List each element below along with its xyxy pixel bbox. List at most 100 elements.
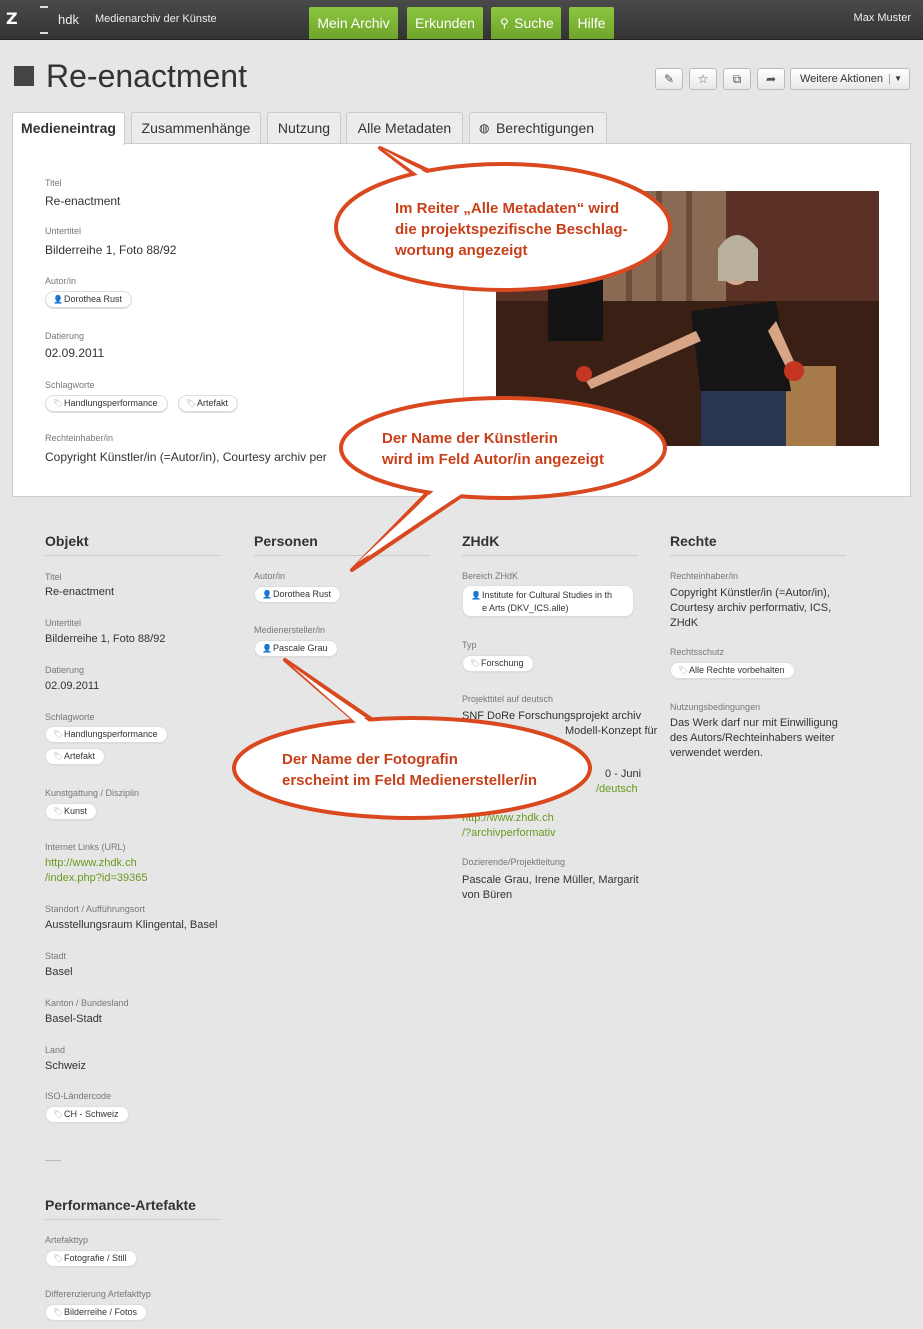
collection-icon: ⧉ — [732, 72, 742, 86]
keyword-tag-label: Handlungsperformance — [64, 398, 158, 408]
star-icon: ☆ — [697, 72, 709, 86]
rechteinhaber-value: Copyright Künstler/in (=Autor/in), Courte… — [670, 586, 831, 631]
autor-tag-label: Dorothea Rust — [64, 294, 123, 304]
rechteinhaber-line-2: Courtesy archiv performativ, ICS, — [670, 602, 832, 614]
globe-icon: ◍ — [479, 121, 490, 135]
typ-tag-label: Forschung — [481, 658, 524, 668]
internet-link[interactable]: http://www.zhdk.ch/index.php?id=39365 — [45, 856, 147, 886]
internet-link-line-1: http://www.zhdk.ch — [45, 857, 137, 869]
person-icon: 👤 — [262, 590, 272, 599]
nutzung-line-1: Das Werk darf nur mit Einwilligung — [670, 717, 838, 729]
share-button[interactable]: ➦ — [757, 68, 785, 90]
land-label: Land — [45, 1045, 66, 1055]
kanton-value: Basel-Stadt — [45, 1013, 102, 1025]
tab-berechtigungen-label: Berechtigungen — [495, 120, 595, 136]
nutzungsbedingungen-label: Nutzungsbedingungen — [670, 702, 761, 712]
tab-alle-metadaten[interactable]: Alle Metadaten — [346, 112, 463, 143]
projekttitel-line-2: Modell-Konzept für — [565, 725, 658, 737]
projekt-link-line-1: http://www.zhdk.ch — [462, 812, 554, 824]
rechteinhaber-label: Rechteinhaber/in — [670, 571, 739, 581]
typ-tag[interactable]: 🏷 Forschung — [462, 655, 534, 672]
artefakttyp-label: Artefakttyp — [45, 1235, 89, 1245]
keyword-tag[interactable]: 🏷 Handlungsperformance — [45, 726, 168, 743]
callout-line: erscheint im Feld Medienersteller/in — [282, 772, 538, 789]
callout-autor: Der Name der Künstlerin wird im Feld Aut… — [382, 428, 604, 470]
medienersteller-tag[interactable]: 👤 Pascale Grau — [254, 640, 338, 657]
more-actions-button[interactable]: Weitere Aktionen | ▼ — [790, 68, 910, 90]
iso-label: ISO-Ländercode — [45, 1091, 112, 1101]
edit-button[interactable]: ✎ — [655, 68, 683, 90]
titel-label: Titel — [45, 178, 62, 188]
callout-line: die projektspezifische Beschlag- — [395, 221, 628, 238]
logo[interactable]: Z — [6, 9, 18, 28]
personen-autor-label: Autor/in — [254, 571, 286, 581]
bereich-line-2: e Arts (DKV_ICS.alle) — [482, 603, 569, 613]
nav-suche[interactable]: ⚲ Suche — [491, 7, 561, 39]
tag-icon: 🏷 — [186, 399, 197, 408]
nav-erkunden[interactable]: Erkunden — [407, 7, 483, 39]
rechte-heading: Rechte — [670, 533, 846, 556]
tab-zusammenhaenge[interactable]: Zusammenhänge — [131, 112, 261, 143]
callout-bubble-medienersteller — [232, 658, 592, 820]
autor-tag[interactable]: 👤 Dorothea Rust — [254, 586, 342, 603]
bereich-line-1: Institute for Cultural Studies in th — [482, 590, 613, 600]
rechte-value: Copyright Künstler/in (=Autor/in), Court… — [45, 450, 327, 464]
tag-icon: 🏷 — [53, 399, 64, 408]
kunstgattung-tag[interactable]: 🏷 Kunst — [45, 803, 98, 820]
bereich-tag[interactable]: 👤 Institute for Cultural Studies in th e… — [462, 585, 634, 617]
medienersteller-tag-label: Pascale Grau — [273, 643, 328, 653]
tab-medieneintrag[interactable]: Medieneintrag — [12, 112, 125, 145]
favorite-button[interactable]: ☆ — [689, 68, 717, 90]
tag-icon: 🏷 — [53, 1254, 64, 1263]
hdk-label[interactable]: hdk — [58, 12, 79, 27]
tag-icon: 🏷 — [53, 1308, 64, 1317]
artefakttyp-tag[interactable]: 🏷 Fotografie / Still — [45, 1250, 137, 1267]
keyword-tag-label: Artefakt — [64, 751, 96, 761]
nutzung-line-2: des Autors/Rechteinhabers weiter — [670, 732, 835, 744]
nav-hilfe[interactable]: Hilfe — [569, 7, 614, 39]
differenzierung-tag[interactable]: 🏷 Bilderreihe / Fotos — [45, 1304, 148, 1321]
land-value: Schweiz — [45, 1060, 86, 1072]
tag-icon: 🏷 — [53, 1110, 64, 1119]
projekttitel-link-fragment[interactable]: /deutsch — [596, 782, 638, 797]
nav-mein-archiv[interactable]: Mein Archiv — [309, 7, 398, 39]
keyword-tag[interactable]: 🏷 Artefakt — [178, 395, 239, 412]
iso-tag[interactable]: 🏷 CH - Schweiz — [45, 1106, 129, 1123]
collection-button[interactable]: ⧉ — [723, 68, 751, 90]
tab-berechtigungen[interactable]: ◍ Berechtigungen — [469, 112, 607, 143]
autor-label: Autor/in — [45, 276, 77, 286]
kunstgattung-tag-label: Kunst — [64, 806, 88, 816]
keyword-tag-label: Artefakt — [197, 398, 229, 408]
media-entry-icon — [14, 66, 34, 86]
links-label: Internet Links (URL) — [45, 842, 126, 852]
objekt-heading: Objekt — [45, 533, 221, 556]
datierung-label: Datierung — [45, 331, 85, 341]
keyword-tag[interactable]: 🏷 Artefakt — [45, 748, 106, 765]
datierung-value: 02.09.2011 — [45, 346, 105, 360]
tab-nutzung[interactable]: Nutzung — [267, 112, 341, 143]
standort-value: Ausstellungsraum Klingental, Basel — [45, 919, 218, 931]
kunstgattung-label: Kunstgattung / Disziplin — [45, 788, 140, 798]
callout-line: Der Name der Künstlerin — [382, 430, 558, 447]
projekt-link[interactable]: http://www.zhdk.ch /?archivperformativ — [462, 811, 556, 841]
callout-alle-metadaten: Im Reiter „Alle Metadaten“ wird die proj… — [395, 198, 628, 261]
logo-mark — [40, 6, 48, 34]
dozierende-label: Dozierende/Projektleitung — [462, 857, 566, 867]
rechtsschutz-tag[interactable]: 🏷 Alle Rechte vorbehalten — [670, 662, 795, 679]
differenzierung-tag-label: Bilderreihe / Fotos — [64, 1307, 138, 1317]
untertitel-label: Untertitel — [45, 226, 82, 236]
projekt-link-line-2: /?archivperformativ — [462, 827, 556, 839]
user-menu[interactable]: Max Muster — [854, 12, 911, 24]
kanton-label: Kanton / Bundesland — [45, 998, 129, 1008]
archive-name[interactable]: Medienarchiv der Künste — [95, 13, 217, 25]
autor-tag-label: Dorothea Rust — [273, 589, 332, 599]
keyword-tag[interactable]: 🏷 Handlungsperformance — [45, 395, 168, 412]
objekt-datierung-label: Datierung — [45, 665, 85, 675]
autor-tag[interactable]: 👤 Dorothea Rust — [45, 291, 133, 308]
dozierende-value: Pascale Grau, Irene Müller, Margarit von … — [462, 873, 639, 903]
objekt-datierung-value: 02.09.2011 — [45, 680, 100, 692]
tag-icon: 🏷 — [53, 752, 64, 761]
person-icon: 👤 — [471, 591, 481, 600]
untertitel-value: Bilderreihe 1, Foto 88/92 — [45, 243, 177, 257]
titel-value: Re-enactment — [45, 194, 121, 208]
